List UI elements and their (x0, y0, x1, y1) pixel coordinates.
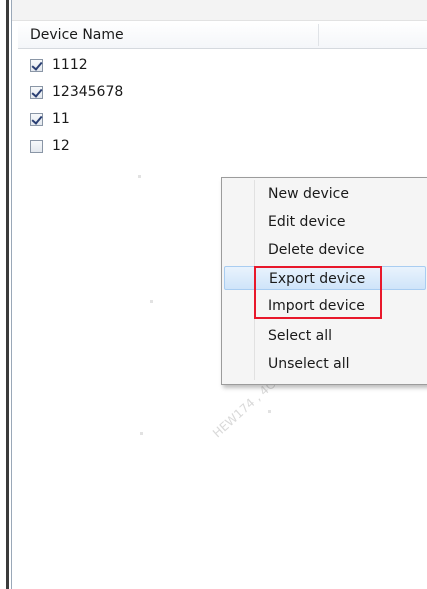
watermark-dot (140, 432, 143, 435)
device-checkbox[interactable] (30, 139, 43, 153)
menu-item-label: New device (268, 186, 349, 202)
watermark-dot (268, 410, 271, 413)
device-name: 11 (52, 111, 70, 127)
device-list-window: Device Name 1112 12345678 11 12 HEW174 ,… (0, 0, 427, 589)
device-row[interactable]: 12 (30, 135, 70, 157)
device-name: 12345678 (52, 84, 124, 100)
menu-item-label: Select all (268, 328, 332, 344)
device-checkbox[interactable] (30, 85, 43, 99)
device-checkbox[interactable] (30, 58, 43, 72)
column-header-label: Device Name (30, 27, 124, 43)
highlight-annotation-box (254, 266, 382, 319)
device-row[interactable]: 11 (30, 108, 70, 130)
menu-item-label: Delete device (268, 242, 365, 258)
menu-item-label: Edit device (268, 214, 346, 230)
menu-item-edit-device[interactable]: Edit device (224, 210, 426, 234)
checkmark-icon (31, 58, 43, 71)
watermark-dot (138, 175, 141, 178)
window-left-border-inner (11, 0, 12, 589)
device-name: 12 (52, 138, 70, 154)
watermark-dot (150, 300, 153, 303)
column-header-device-name[interactable]: Device Name (18, 22, 427, 49)
menu-item-label: Unselect all (268, 356, 350, 372)
device-checkbox[interactable] (30, 112, 43, 126)
menu-item-delete-device[interactable]: Delete device (224, 238, 426, 262)
window-left-border (6, 0, 9, 589)
device-row[interactable]: 1112 (30, 54, 88, 76)
window-top-strip (12, 0, 427, 21)
menu-item-unselect-all[interactable]: Unselect all (224, 352, 426, 376)
menu-item-new-device[interactable]: New device (224, 182, 426, 206)
column-header-separator[interactable] (318, 24, 319, 46)
device-name: 1112 (52, 57, 88, 73)
menu-item-select-all[interactable]: Select all (224, 324, 426, 348)
device-row[interactable]: 12345678 (30, 81, 123, 103)
checkmark-icon (31, 112, 43, 125)
checkmark-icon (31, 85, 43, 98)
